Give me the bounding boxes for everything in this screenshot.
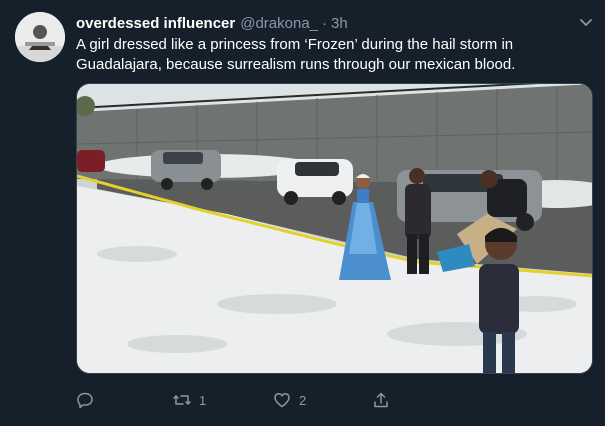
like-button[interactable]: 2 [273,388,306,412]
share-button[interactable] [372,388,390,412]
like-count: 2 [299,392,307,408]
chevron-down-icon [580,19,592,26]
hail-storm-photo [77,84,592,373]
retweet-button[interactable]: 1 [173,388,206,412]
share-icon [374,392,388,408]
reply-icon [77,392,93,409]
avatar-image [15,12,65,62]
more-menu-button[interactable] [578,14,594,30]
user-handle[interactable]: @drakona_ [240,15,318,32]
reply-button[interactable] [76,388,102,412]
tweet-header: overdessed influencer @drakona_ · 3h [76,12,348,34]
avatar[interactable] [15,12,65,62]
tweet-media[interactable] [76,83,593,374]
tweet[interactable]: overdessed influencer @drakona_ · 3h A g… [0,0,605,426]
tweet-text: A girl dressed like a princess from ‘Fro… [76,36,516,73]
retweet-icon [173,395,191,405]
retweet-count: 1 [199,392,207,408]
heart-icon [274,393,290,408]
separator-dot: · [322,14,328,32]
action-bar: 1 2 [76,388,456,412]
display-name[interactable]: overdessed influencer [76,15,235,32]
timestamp[interactable]: 3h [331,15,348,32]
